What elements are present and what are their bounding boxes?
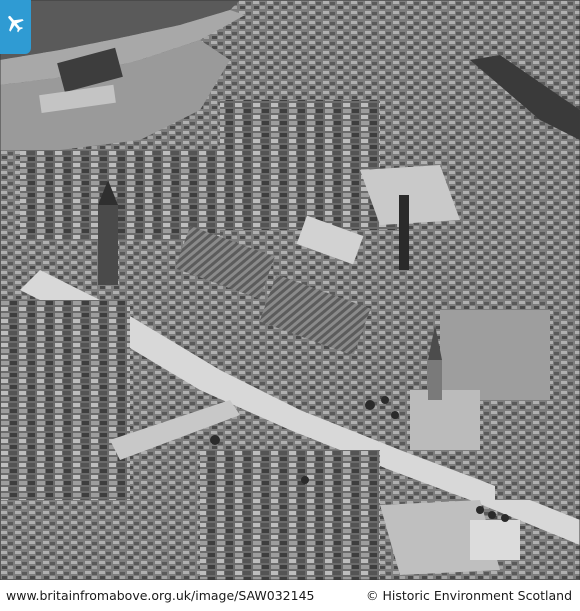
aerial-photograph [0, 0, 580, 580]
image-url-link[interactable]: www.britainfromabove.org.uk/image/SAW032… [6, 588, 315, 603]
church [410, 390, 480, 450]
copyright-credit: © Historic Environment Scotland [366, 588, 572, 603]
airplane-icon [8, 15, 24, 33]
footer-bar: www.britainfromabove.org.uk/image/SAW032… [0, 580, 580, 611]
image-viewer: www.britainfromabove.org.uk/image/SAW032… [0, 0, 580, 611]
chimney [399, 195, 409, 270]
airplane-badge [0, 0, 31, 54]
